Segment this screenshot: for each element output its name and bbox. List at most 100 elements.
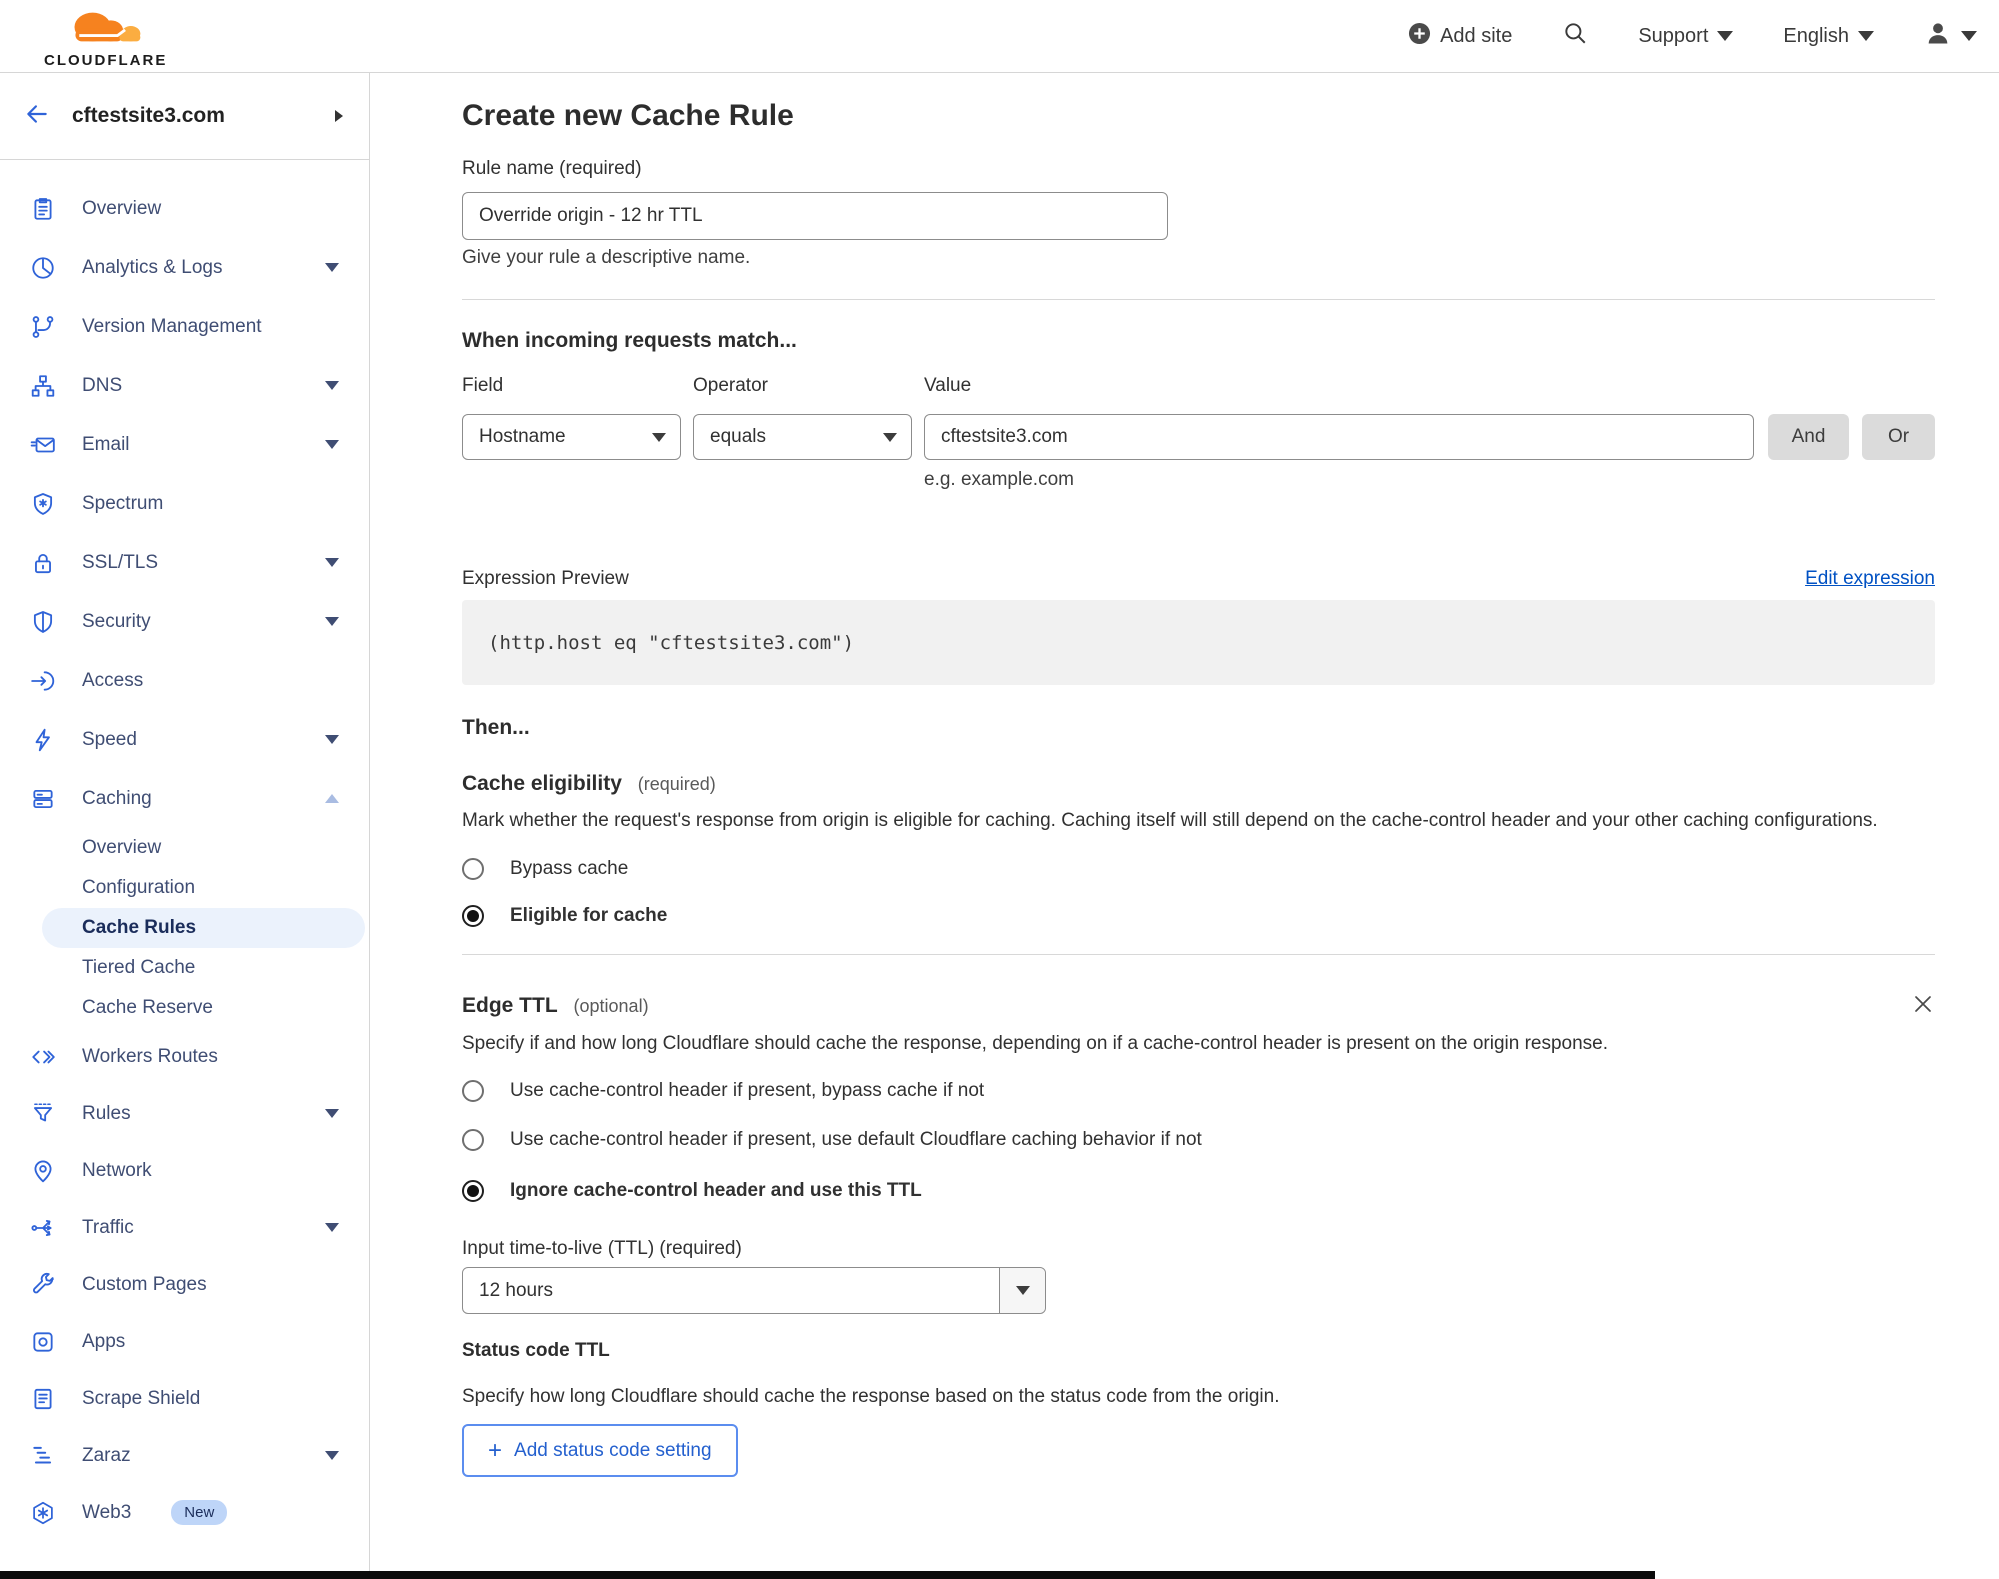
close-icon[interactable]	[1909, 990, 1939, 1020]
plus-icon: +	[488, 1439, 502, 1463]
sidebar-item-network[interactable]: Network	[0, 1142, 369, 1199]
expression-preview-row: Expression Preview Edit expression	[462, 566, 1935, 592]
sidebar-item-speed[interactable]: Speed	[0, 710, 369, 769]
sidebar-item-label: Version Management	[82, 316, 262, 338]
chevron-down-icon	[883, 433, 897, 442]
sidebar-item-label: Spectrum	[82, 493, 163, 515]
sidebar-nav: Overview Analytics & Logs Version Manage…	[0, 160, 369, 1541]
cloudflare-logo[interactable]: CLOUDFLARE	[44, 6, 167, 68]
sidebar-item-version-management[interactable]: Version Management	[0, 297, 369, 356]
match-column-labels: Field Operator Value	[462, 374, 1935, 398]
sidebar-item-traffic[interactable]: Traffic	[0, 1199, 369, 1256]
cache-eligibility-description: Mark whether the request's response from…	[462, 807, 1912, 835]
radio-unselected[interactable]	[462, 1080, 484, 1102]
sidebar-item-web3[interactable]: Web3 New	[0, 1484, 369, 1541]
sidebar-item-label: Analytics & Logs	[82, 257, 222, 279]
edge-ttl-option-2[interactable]: Use cache-control header if present, use…	[462, 1129, 1935, 1151]
chevron-down-icon	[1717, 31, 1733, 41]
operator-label: Operator	[693, 374, 924, 398]
field-select[interactable]: Hostname	[462, 414, 681, 460]
bypass-cache-label: Bypass cache	[510, 858, 628, 880]
edge-ttl-heading-row: Edge TTL (optional)	[462, 992, 1935, 1020]
rule-name-help: Give your rule a descriptive name.	[462, 246, 1935, 270]
match-heading: When incoming requests match...	[462, 327, 1935, 354]
arrow-enter-circle-icon	[30, 668, 56, 694]
sidebar-item-analytics-logs[interactable]: Analytics & Logs	[0, 238, 369, 297]
edge-ttl-description: Specify if and how long Cloudflare shoul…	[462, 1030, 1652, 1058]
cloudflare-wordmark: CLOUDFLARE	[44, 53, 167, 68]
sidebar-item-dns[interactable]: DNS	[0, 356, 369, 415]
sidebar-subitem-configuration[interactable]: Configuration	[0, 868, 369, 908]
back-arrow-icon[interactable]	[24, 101, 50, 132]
sidebar-item-ssl-tls[interactable]: SSL/TLS	[0, 533, 369, 592]
bypass-cache-option[interactable]: Bypass cache	[462, 858, 1935, 880]
user-avatar-icon	[1924, 19, 1952, 53]
sidebar-item-scrape-shield[interactable]: Scrape Shield	[0, 1370, 369, 1427]
search-button[interactable]	[1562, 20, 1588, 52]
chevron-down-icon	[652, 433, 666, 442]
sidebar-item-security[interactable]: Security	[0, 592, 369, 651]
sidebar-item-rules[interactable]: Rules	[0, 1085, 369, 1142]
chevron-down-icon	[325, 617, 339, 626]
radio-selected[interactable]	[462, 1180, 484, 1202]
chevron-down-icon	[325, 263, 339, 272]
rule-name-input[interactable]	[462, 192, 1168, 240]
sidebar-item-label: Zaraz	[82, 1445, 131, 1467]
main-content: Create new Cache Rule Rule name (require…	[370, 73, 1999, 1579]
add-site-button[interactable]: Add site	[1408, 22, 1512, 51]
sidebar-subitem-caching-overview[interactable]: Overview	[0, 828, 369, 868]
radio-selected[interactable]	[462, 905, 484, 927]
edge-ttl-option-1[interactable]: Use cache-control header if present, byp…	[462, 1080, 1935, 1102]
sidebar-item-access[interactable]: Access	[0, 651, 369, 710]
add-status-code-setting-button[interactable]: + Add status code setting	[462, 1424, 738, 1477]
sidebar-item-overview[interactable]: Overview	[0, 179, 369, 238]
sidebar-item-workers-routes[interactable]: Workers Routes	[0, 1028, 369, 1085]
chevron-down-icon	[325, 1451, 339, 1460]
sidebar-subitem-tiered-cache[interactable]: Tiered Cache	[0, 948, 369, 988]
language-menu[interactable]: English	[1783, 25, 1874, 48]
operator-select[interactable]: equals	[693, 414, 912, 460]
chevron-down-icon	[1858, 31, 1874, 41]
sidebar-item-apps[interactable]: Apps	[0, 1313, 369, 1370]
chevron-right-icon[interactable]	[335, 110, 343, 122]
radio-unselected[interactable]	[462, 858, 484, 880]
sidebar-item-label: Custom Pages	[82, 1274, 207, 1296]
filter-icon	[30, 1101, 56, 1127]
sidebar-item-label: Traffic	[82, 1217, 134, 1239]
edit-expression-link[interactable]: Edit expression	[1805, 566, 1935, 592]
sidebar-item-caching[interactable]: Caching	[0, 769, 369, 828]
site-selector[interactable]: cftestsite3.com	[0, 73, 369, 160]
value-label: Value	[924, 374, 971, 398]
and-button[interactable]: And	[1768, 414, 1849, 460]
value-input[interactable]	[924, 414, 1754, 460]
support-label: Support	[1638, 25, 1708, 48]
language-label: English	[1783, 25, 1849, 48]
or-button[interactable]: Or	[1862, 414, 1935, 460]
sidebar-subitem-cache-rules[interactable]: Cache Rules	[42, 908, 365, 948]
sidebar-item-label: Workers Routes	[82, 1046, 218, 1068]
field-select-value: Hostname	[479, 426, 566, 448]
document-icon	[30, 1386, 56, 1412]
padlock-icon	[30, 550, 56, 576]
sidebar-item-spectrum[interactable]: Spectrum	[0, 474, 369, 533]
sidebar-item-label: Web3	[82, 1502, 131, 1524]
chevron-up-icon	[325, 794, 339, 803]
sitemap-icon	[30, 373, 56, 399]
sidebar-item-label: Overview	[82, 198, 161, 220]
ttl-select[interactable]: 12 hours	[462, 1267, 1046, 1314]
eligible-for-cache-option[interactable]: Eligible for cache	[462, 905, 1935, 927]
edge-ttl-option-3[interactable]: Ignore cache-control header and use this…	[462, 1180, 1935, 1202]
top-header: CLOUDFLARE Add site Support English	[0, 0, 1999, 73]
sidebar-item-label: Security	[82, 611, 151, 633]
cloudflare-cloud-icon	[58, 6, 154, 52]
sidebar-item-custom-pages[interactable]: Custom Pages	[0, 1256, 369, 1313]
sidebar-item-label: DNS	[82, 375, 122, 397]
ttl-select-arrow[interactable]	[999, 1268, 1045, 1313]
sidebar-item-email[interactable]: Email	[0, 415, 369, 474]
support-menu[interactable]: Support	[1638, 25, 1733, 48]
sidebar-subitem-cache-reserve[interactable]: Cache Reserve	[0, 988, 369, 1028]
account-menu[interactable]	[1924, 19, 1977, 53]
sidebar-item-zaraz[interactable]: Zaraz	[0, 1427, 369, 1484]
radio-unselected[interactable]	[462, 1129, 484, 1151]
cache-eligibility-heading-row: Cache eligibility (required)	[462, 770, 1935, 798]
